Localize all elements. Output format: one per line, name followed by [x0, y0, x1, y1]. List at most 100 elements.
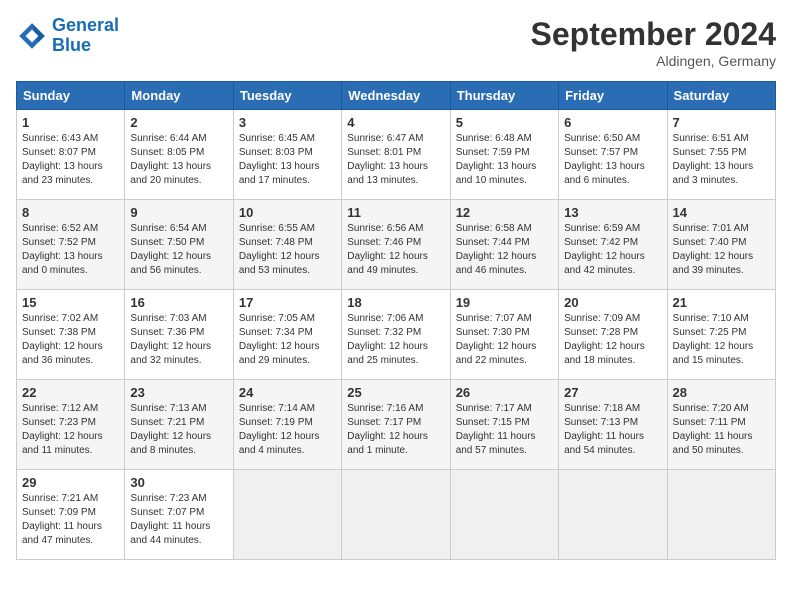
cell-content: Sunrise: 6:55 AMSunset: 7:48 PMDaylight:… — [239, 222, 336, 278]
day-number: 10 — [239, 205, 336, 220]
calendar-cell: 9 Sunrise: 6:54 AMSunset: 7:50 PMDaylight… — [125, 200, 233, 290]
calendar-table: SundayMondayTuesdayWednesdayThursdayFrid… — [16, 81, 776, 560]
cell-content: Sunrise: 7:10 AMSunset: 7:25 PMDaylight:… — [673, 312, 770, 368]
day-number: 5 — [456, 115, 553, 130]
calendar-cell: 4 Sunrise: 6:47 AMSunset: 8:01 PMDaylight… — [342, 110, 450, 200]
calendar-cell: 26 Sunrise: 7:17 AMSunset: 7:15 PMDayligh… — [450, 380, 558, 470]
cell-content: Sunrise: 6:48 AMSunset: 7:59 PMDaylight:… — [456, 132, 553, 188]
day-number: 18 — [347, 295, 444, 310]
calendar-cell: 19 Sunrise: 7:07 AMSunset: 7:30 PMDayligh… — [450, 290, 558, 380]
weekday-header-monday: Monday — [125, 82, 233, 110]
calendar-cell: 11 Sunrise: 6:56 AMSunset: 7:46 PMDayligh… — [342, 200, 450, 290]
day-number: 12 — [456, 205, 553, 220]
calendar-cell: 15 Sunrise: 7:02 AMSunset: 7:38 PMDayligh… — [17, 290, 125, 380]
cell-content: Sunrise: 6:44 AMSunset: 8:05 PMDaylight:… — [130, 132, 227, 188]
cell-content: Sunrise: 7:01 AMSunset: 7:40 PMDaylight:… — [673, 222, 770, 278]
weekday-header-tuesday: Tuesday — [233, 82, 341, 110]
cell-content: Sunrise: 6:43 AMSunset: 8:07 PMDaylight:… — [22, 132, 119, 188]
logo-text: General Blue — [52, 16, 119, 56]
logo-icon — [16, 20, 48, 52]
calendar-cell: 13 Sunrise: 6:59 AMSunset: 7:42 PMDayligh… — [559, 200, 667, 290]
day-number: 1 — [22, 115, 119, 130]
calendar-cell: 23Sunrise: 7:13 AMSunset: 7:21 PMDayligh… — [125, 380, 233, 470]
cell-content: Sunrise: 6:52 AMSunset: 7:52 PMDaylight:… — [22, 222, 119, 278]
calendar-cell: 30 Sunrise: 7:23 AMSunset: 7:07 PMDayligh… — [125, 470, 233, 560]
day-number: 11 — [347, 205, 444, 220]
day-number: 13 — [564, 205, 661, 220]
calendar-cell — [342, 470, 450, 560]
cell-content: Sunrise: 7:05 AMSunset: 7:34 PMDaylight:… — [239, 312, 336, 368]
title-area: September 2024 Aldingen, Germany — [531, 16, 776, 69]
calendar-week-3: 15 Sunrise: 7:02 AMSunset: 7:38 PMDayligh… — [17, 290, 776, 380]
page-header: General Blue September 2024 Aldingen, Ge… — [16, 16, 776, 69]
calendar-cell: 12 Sunrise: 6:58 AMSunset: 7:44 PMDayligh… — [450, 200, 558, 290]
calendar-week-2: 8Sunrise: 6:52 AMSunset: 7:52 PMDaylight… — [17, 200, 776, 290]
calendar-week-1: 1 Sunrise: 6:43 AMSunset: 8:07 PMDaylight… — [17, 110, 776, 200]
day-number: 3 — [239, 115, 336, 130]
calendar-cell — [233, 470, 341, 560]
calendar-cell: 14 Sunrise: 7:01 AMSunset: 7:40 PMDayligh… — [667, 200, 775, 290]
calendar-cell: 10 Sunrise: 6:55 AMSunset: 7:48 PMDayligh… — [233, 200, 341, 290]
calendar-week-4: 22Sunrise: 7:12 AMSunset: 7:23 PMDayligh… — [17, 380, 776, 470]
cell-content: Sunrise: 7:21 AMSunset: 7:09 PMDaylight:… — [22, 492, 119, 548]
cell-content: Sunrise: 7:23 AMSunset: 7:07 PMDaylight:… — [130, 492, 227, 548]
day-number: 27 — [564, 385, 661, 400]
day-number: 17 — [239, 295, 336, 310]
calendar-cell: 7 Sunrise: 6:51 AMSunset: 7:55 PMDaylight… — [667, 110, 775, 200]
calendar-cell — [559, 470, 667, 560]
day-number: 20 — [564, 295, 661, 310]
cell-content: Sunrise: 6:47 AMSunset: 8:01 PMDaylight:… — [347, 132, 444, 188]
day-number: 30 — [130, 475, 227, 490]
weekday-header-thursday: Thursday — [450, 82, 558, 110]
calendar-cell: 29 Sunrise: 7:21 AMSunset: 7:09 PMDayligh… — [17, 470, 125, 560]
day-number: 26 — [456, 385, 553, 400]
weekday-header-saturday: Saturday — [667, 82, 775, 110]
cell-content: Sunrise: 6:56 AMSunset: 7:46 PMDaylight:… — [347, 222, 444, 278]
day-number: 9 — [130, 205, 227, 220]
cell-content: Sunrise: 7:18 AMSunset: 7:13 PMDaylight:… — [564, 402, 661, 458]
calendar-cell: 20 Sunrise: 7:09 AMSunset: 7:28 PMDayligh… — [559, 290, 667, 380]
calendar-cell: 27 Sunrise: 7:18 AMSunset: 7:13 PMDayligh… — [559, 380, 667, 470]
calendar-cell: 24Sunrise: 7:14 AMSunset: 7:19 PMDayligh… — [233, 380, 341, 470]
calendar-cell: 17 Sunrise: 7:05 AMSunset: 7:34 PMDayligh… — [233, 290, 341, 380]
calendar-cell: 5 Sunrise: 6:48 AMSunset: 7:59 PMDaylight… — [450, 110, 558, 200]
cell-content: Sunrise: 7:16 AMSunset: 7:17 PMDaylight:… — [347, 402, 444, 458]
cell-content: Sunrise: 6:45 AMSunset: 8:03 PMDaylight:… — [239, 132, 336, 188]
cell-content: Sunrise: 7:17 AMSunset: 7:15 PMDaylight:… — [456, 402, 553, 458]
cell-content: Sunrise: 7:06 AMSunset: 7:32 PMDaylight:… — [347, 312, 444, 368]
day-number: 6 — [564, 115, 661, 130]
day-number: 7 — [673, 115, 770, 130]
calendar-cell: 21Sunrise: 7:10 AMSunset: 7:25 PMDayligh… — [667, 290, 775, 380]
day-number: 16 — [130, 295, 227, 310]
calendar-cell: 22Sunrise: 7:12 AMSunset: 7:23 PMDayligh… — [17, 380, 125, 470]
calendar-cell: 3 Sunrise: 6:45 AMSunset: 8:03 PMDaylight… — [233, 110, 341, 200]
weekday-header-wednesday: Wednesday — [342, 82, 450, 110]
cell-content: Sunrise: 7:02 AMSunset: 7:38 PMDaylight:… — [22, 312, 119, 368]
day-number: 29 — [22, 475, 119, 490]
calendar-cell — [450, 470, 558, 560]
calendar-cell: 25Sunrise: 7:16 AMSunset: 7:17 PMDayligh… — [342, 380, 450, 470]
cell-content: Sunrise: 7:14 AMSunset: 7:19 PMDaylight:… — [239, 402, 336, 458]
cell-content: Sunrise: 6:51 AMSunset: 7:55 PMDaylight:… — [673, 132, 770, 188]
calendar-cell: 16 Sunrise: 7:03 AMSunset: 7:36 PMDayligh… — [125, 290, 233, 380]
calendar-cell: 2 Sunrise: 6:44 AMSunset: 8:05 PMDaylight… — [125, 110, 233, 200]
day-number: 15 — [22, 295, 119, 310]
cell-content: Sunrise: 7:13 AMSunset: 7:21 PMDaylight:… — [130, 402, 227, 458]
weekday-header-sunday: Sunday — [17, 82, 125, 110]
calendar-body: 1 Sunrise: 6:43 AMSunset: 8:07 PMDaylight… — [17, 110, 776, 560]
cell-content: Sunrise: 7:09 AMSunset: 7:28 PMDaylight:… — [564, 312, 661, 368]
day-number: 14 — [673, 205, 770, 220]
day-number: 2 — [130, 115, 227, 130]
cell-content: Sunrise: 7:07 AMSunset: 7:30 PMDaylight:… — [456, 312, 553, 368]
cell-content: Sunrise: 7:03 AMSunset: 7:36 PMDaylight:… — [130, 312, 227, 368]
cell-content: Sunrise: 6:54 AMSunset: 7:50 PMDaylight:… — [130, 222, 227, 278]
day-number: 19 — [456, 295, 553, 310]
cell-content: Sunrise: 7:20 AMSunset: 7:11 PMDaylight:… — [673, 402, 770, 458]
calendar-cell: 6Sunrise: 6:50 AMSunset: 7:57 PMDaylight… — [559, 110, 667, 200]
day-number: 28 — [673, 385, 770, 400]
day-number: 4 — [347, 115, 444, 130]
cell-content: Sunrise: 6:59 AMSunset: 7:42 PMDaylight:… — [564, 222, 661, 278]
calendar-cell: 28 Sunrise: 7:20 AMSunset: 7:11 PMDayligh… — [667, 380, 775, 470]
cell-content: Sunrise: 6:58 AMSunset: 7:44 PMDaylight:… — [456, 222, 553, 278]
calendar-cell: 18 Sunrise: 7:06 AMSunset: 7:32 PMDayligh… — [342, 290, 450, 380]
